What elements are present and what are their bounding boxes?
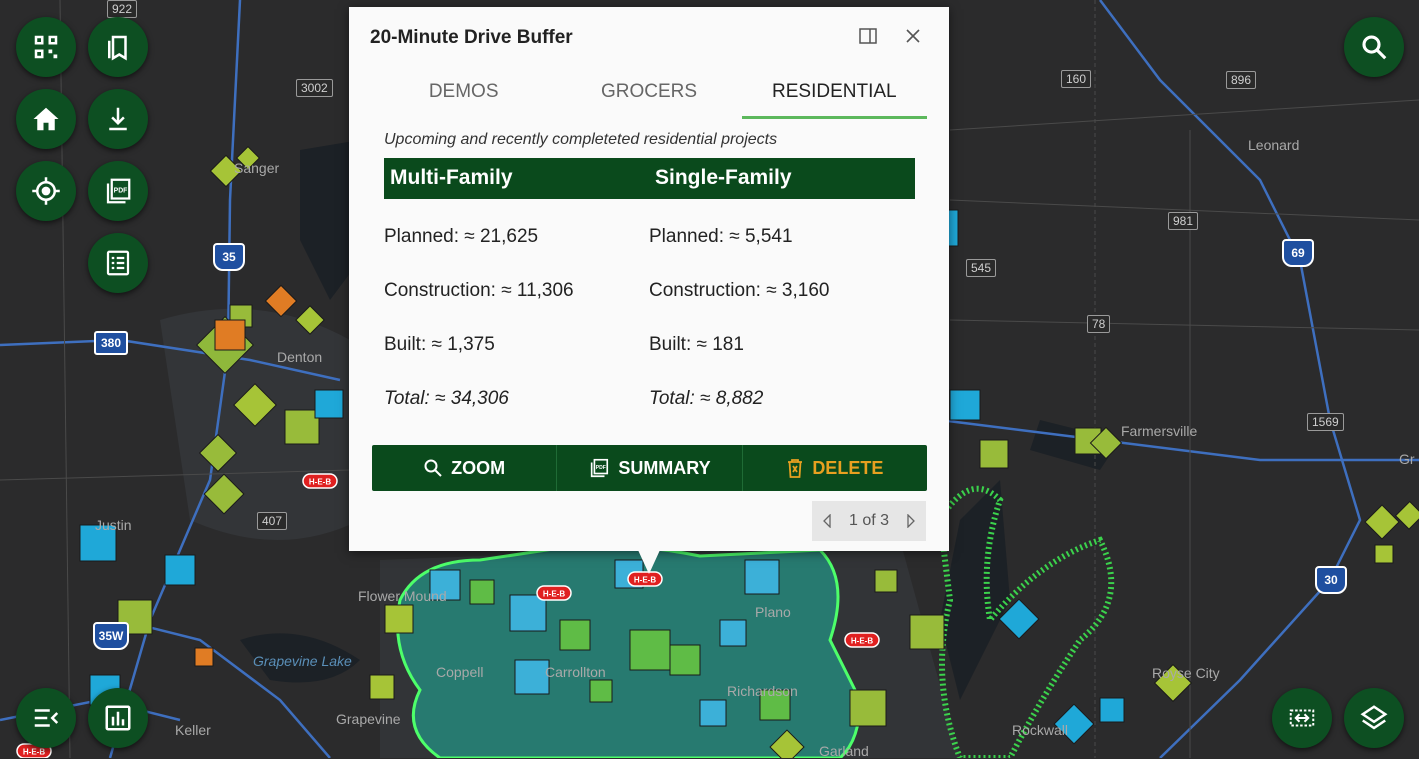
single-family-built: Built: ≈ 181: [649, 334, 744, 355]
multi-family-planned: Planned: ≈ 21,625: [384, 226, 539, 247]
drive-buffer-popup: 20-Minute Drive Buffer DEMOS GROCERS RES…: [349, 7, 949, 551]
swap-icon: [1289, 709, 1315, 727]
place-label-farmersville: Farmersville: [1121, 423, 1198, 439]
road-shield-78: 78: [1087, 315, 1111, 333]
place-label-richardson: Richardson: [727, 683, 798, 699]
place-label-royse-city: Royse City: [1152, 665, 1220, 681]
interstate-shield-30: 30: [1315, 566, 1347, 594]
download-icon: [109, 107, 127, 131]
road-shield-160: 160: [1061, 70, 1092, 88]
place-label-greenville: Gr: [1399, 451, 1415, 467]
qr-code-icon: [34, 35, 58, 59]
bookmarks-button[interactable]: [88, 17, 148, 77]
road-shield-896: 896: [1226, 71, 1257, 89]
previous-arrow-icon[interactable]: [822, 514, 832, 528]
heb-store-label: H-E-B: [634, 576, 656, 585]
pdf-export-button[interactable]: PDF: [88, 161, 148, 221]
place-label-rockwall: Rockwall: [1012, 722, 1069, 738]
list-button[interactable]: [88, 233, 148, 293]
tab-residential[interactable]: RESIDENTIAL: [741, 73, 927, 119]
place-label-sanger: Sanger: [234, 160, 280, 176]
list-icon: [106, 250, 130, 276]
charts-button[interactable]: [88, 688, 148, 748]
place-label-grapevine-lake: Grapevine Lake: [253, 653, 352, 669]
column-header-multi-family: Multi-Family: [390, 166, 513, 189]
bar-chart-icon: [105, 705, 131, 731]
heb-store-label: H-E-B: [309, 478, 331, 487]
road-shield-1569: 1569: [1307, 413, 1344, 431]
delete-button[interactable]: DELETE: [743, 445, 927, 491]
crosshair-icon: [32, 177, 60, 205]
pdf-icon: PDF: [106, 178, 131, 204]
road-shield-922: 922: [107, 0, 138, 18]
road-shield-407: 407: [257, 512, 288, 530]
download-button[interactable]: [88, 89, 148, 149]
tab-demos[interactable]: DEMOS: [371, 73, 556, 119]
summary-label: SUMMARY: [618, 457, 711, 478]
place-label-keller: Keller: [175, 722, 211, 738]
heb-store-label: H-E-B: [851, 637, 873, 646]
tab-grocers[interactable]: GROCERS: [556, 73, 741, 119]
residential-subtitle: Upcoming and recently completeted reside…: [384, 131, 778, 148]
road-shield-3002: 3002: [296, 79, 333, 97]
close-button[interactable]: [902, 25, 924, 47]
swap-button[interactable]: [1272, 688, 1332, 748]
close-icon: [906, 29, 920, 43]
column-header-single-family: Single-Family: [655, 166, 792, 189]
zoom-button[interactable]: ZOOM: [372, 445, 558, 491]
zoom-icon: [424, 459, 442, 477]
road-shield-545: 545: [966, 259, 997, 277]
pager-count: 1 of 3: [848, 512, 890, 529]
multi-family-construction: Construction: ≈ 11,306: [384, 280, 574, 301]
qr-code-button[interactable]: [16, 17, 76, 77]
svg-text:PDF: PDF: [114, 187, 128, 194]
popup-pager: 1 of 3: [812, 501, 926, 541]
summary-pdf-icon: PDF: [591, 458, 609, 478]
heb-store-label: H-E-B: [543, 590, 565, 599]
us-shield-69: 69: [1282, 239, 1314, 267]
search-icon: [1362, 35, 1387, 60]
single-family-total: Total: ≈ 8,882: [649, 388, 764, 409]
locate-button[interactable]: [16, 161, 76, 221]
us-shield-380: 380: [94, 331, 128, 355]
zoom-label: ZOOM: [451, 457, 506, 478]
home-icon: [33, 107, 59, 131]
layers-button[interactable]: [1344, 688, 1404, 748]
place-label-grapevine: Grapevine: [336, 711, 401, 727]
delete-label: DELETE: [812, 457, 884, 478]
place-label-carrollton: Carrollton: [545, 664, 606, 680]
menu-collapse-button[interactable]: [16, 688, 76, 748]
bookmark-icon: [108, 35, 127, 61]
next-arrow-icon[interactable]: [906, 514, 916, 528]
dock-button[interactable]: [857, 25, 879, 47]
single-family-construction: Construction: ≈ 3,160: [649, 280, 830, 301]
place-label-flower-mound: Flower Mound: [358, 588, 447, 604]
residential-table-header: Multi-Family Single-Family: [384, 158, 915, 199]
svg-text:PDF: PDF: [596, 465, 606, 471]
place-label-leonard: Leonard: [1248, 137, 1300, 153]
dock-icon: [859, 28, 877, 44]
place-label-coppell: Coppell: [436, 664, 484, 680]
popup-title: 20-Minute Drive Buffer: [370, 27, 573, 48]
interstate-shield-35: 35: [213, 243, 245, 271]
road-shield-981: 981: [1168, 212, 1199, 230]
place-label-garland: Garland: [819, 743, 869, 759]
interstate-shield-35w: 35W: [93, 622, 129, 650]
single-family-planned: Planned: ≈ 5,541: [649, 226, 793, 247]
place-label-justin: Justin: [95, 517, 132, 533]
home-button[interactable]: [16, 89, 76, 149]
place-label-denton: Denton: [277, 349, 323, 365]
popup-tabs: DEMOS GROCERS RESIDENTIAL: [371, 73, 927, 119]
multi-family-total: Total: ≈ 34,306: [384, 388, 509, 409]
summary-button[interactable]: PDF SUMMARY: [557, 445, 743, 491]
menu-collapse-icon: [34, 709, 59, 727]
popup-actions: ZOOM PDF SUMMARY DELETE: [372, 445, 927, 491]
trash-icon: [788, 459, 803, 478]
heb-store-label: H-E-B: [23, 748, 45, 757]
layers-icon: [1360, 705, 1388, 730]
search-button[interactable]: [1344, 17, 1404, 77]
place-label-plano: Plano: [755, 604, 791, 620]
multi-family-built: Built: ≈ 1,375: [384, 334, 495, 355]
popup-pointer: [638, 550, 660, 574]
